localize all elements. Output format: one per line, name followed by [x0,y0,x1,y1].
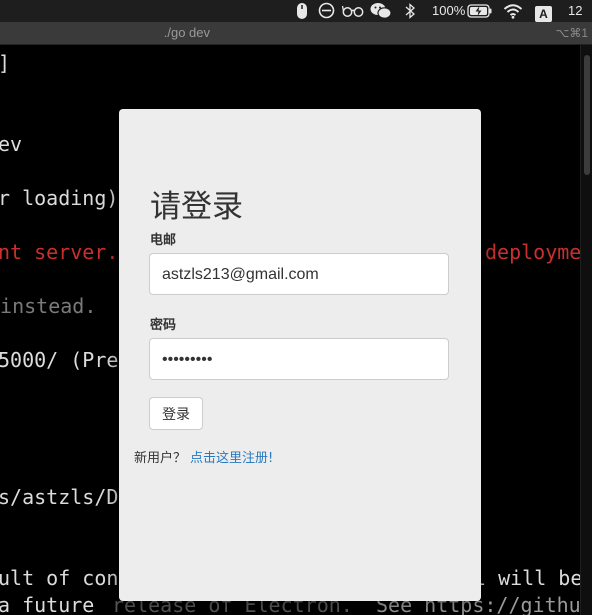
new-user-text: 新用户？ [134,451,187,466]
signup-row: 新用户？ 点击这里注册! [134,447,273,466]
wifi-icon[interactable] [503,0,523,22]
battery-charging-icon[interactable] [467,0,493,22]
terminal-line: 5000/ (Pres [0,348,131,372]
login-window: 请登录 电邮 密码 登录 新用户？点击这里注册! [119,109,481,601]
terminal-line: r loading) [0,186,119,210]
menu-clock[interactable]: 12月 [568,0,592,40]
input-source-icon[interactable]: A [535,3,552,22]
email-field-box [149,253,449,296]
bluetooth-icon[interactable] [404,0,416,22]
mouse-icon[interactable] [296,0,308,22]
login-title: 请登录 [150,189,243,225]
register-link[interactable]: 点击这里注册! [190,451,273,466]
password-field[interactable] [160,339,444,381]
login-button[interactable]: 登录 [149,397,203,430]
do-not-disturb-icon[interactable] [318,0,335,22]
wechat-icon[interactable] [370,0,392,22]
terminal-tab-title[interactable]: ./go dev [0,22,210,44]
scrollbar-thumb[interactable] [584,55,590,175]
terminal-line: l will be [474,566,583,590]
terminal-line: instead. [0,294,97,318]
terminal-line: ] [0,51,10,75]
terminal-line: ult of cont [0,566,131,590]
terminal-scrollbar[interactable] [580,45,592,615]
glasses-icon[interactable] [341,0,364,22]
terminal-tab-shortcut: ⌥⌘1 [555,26,588,40]
terminal-line: s/astzls/Do [0,485,131,509]
terminal-line: deployme [485,240,582,264]
password-label: 密码 [150,318,177,333]
terminal-line: nt server. [0,240,119,264]
password-field-box [149,338,449,381]
battery-percent-label: 100% [432,3,466,18]
terminal-title-bar[interactable]: ./go dev ⌥⌘1 [0,22,592,45]
email-label: 电邮 [150,233,177,248]
email-field[interactable] [160,254,444,296]
terminal-line: ev [0,132,23,156]
terminal-line: a future [0,593,95,615]
input-source-label: A [535,6,552,22]
menu-bar: 100% A 12月 [0,0,592,40]
